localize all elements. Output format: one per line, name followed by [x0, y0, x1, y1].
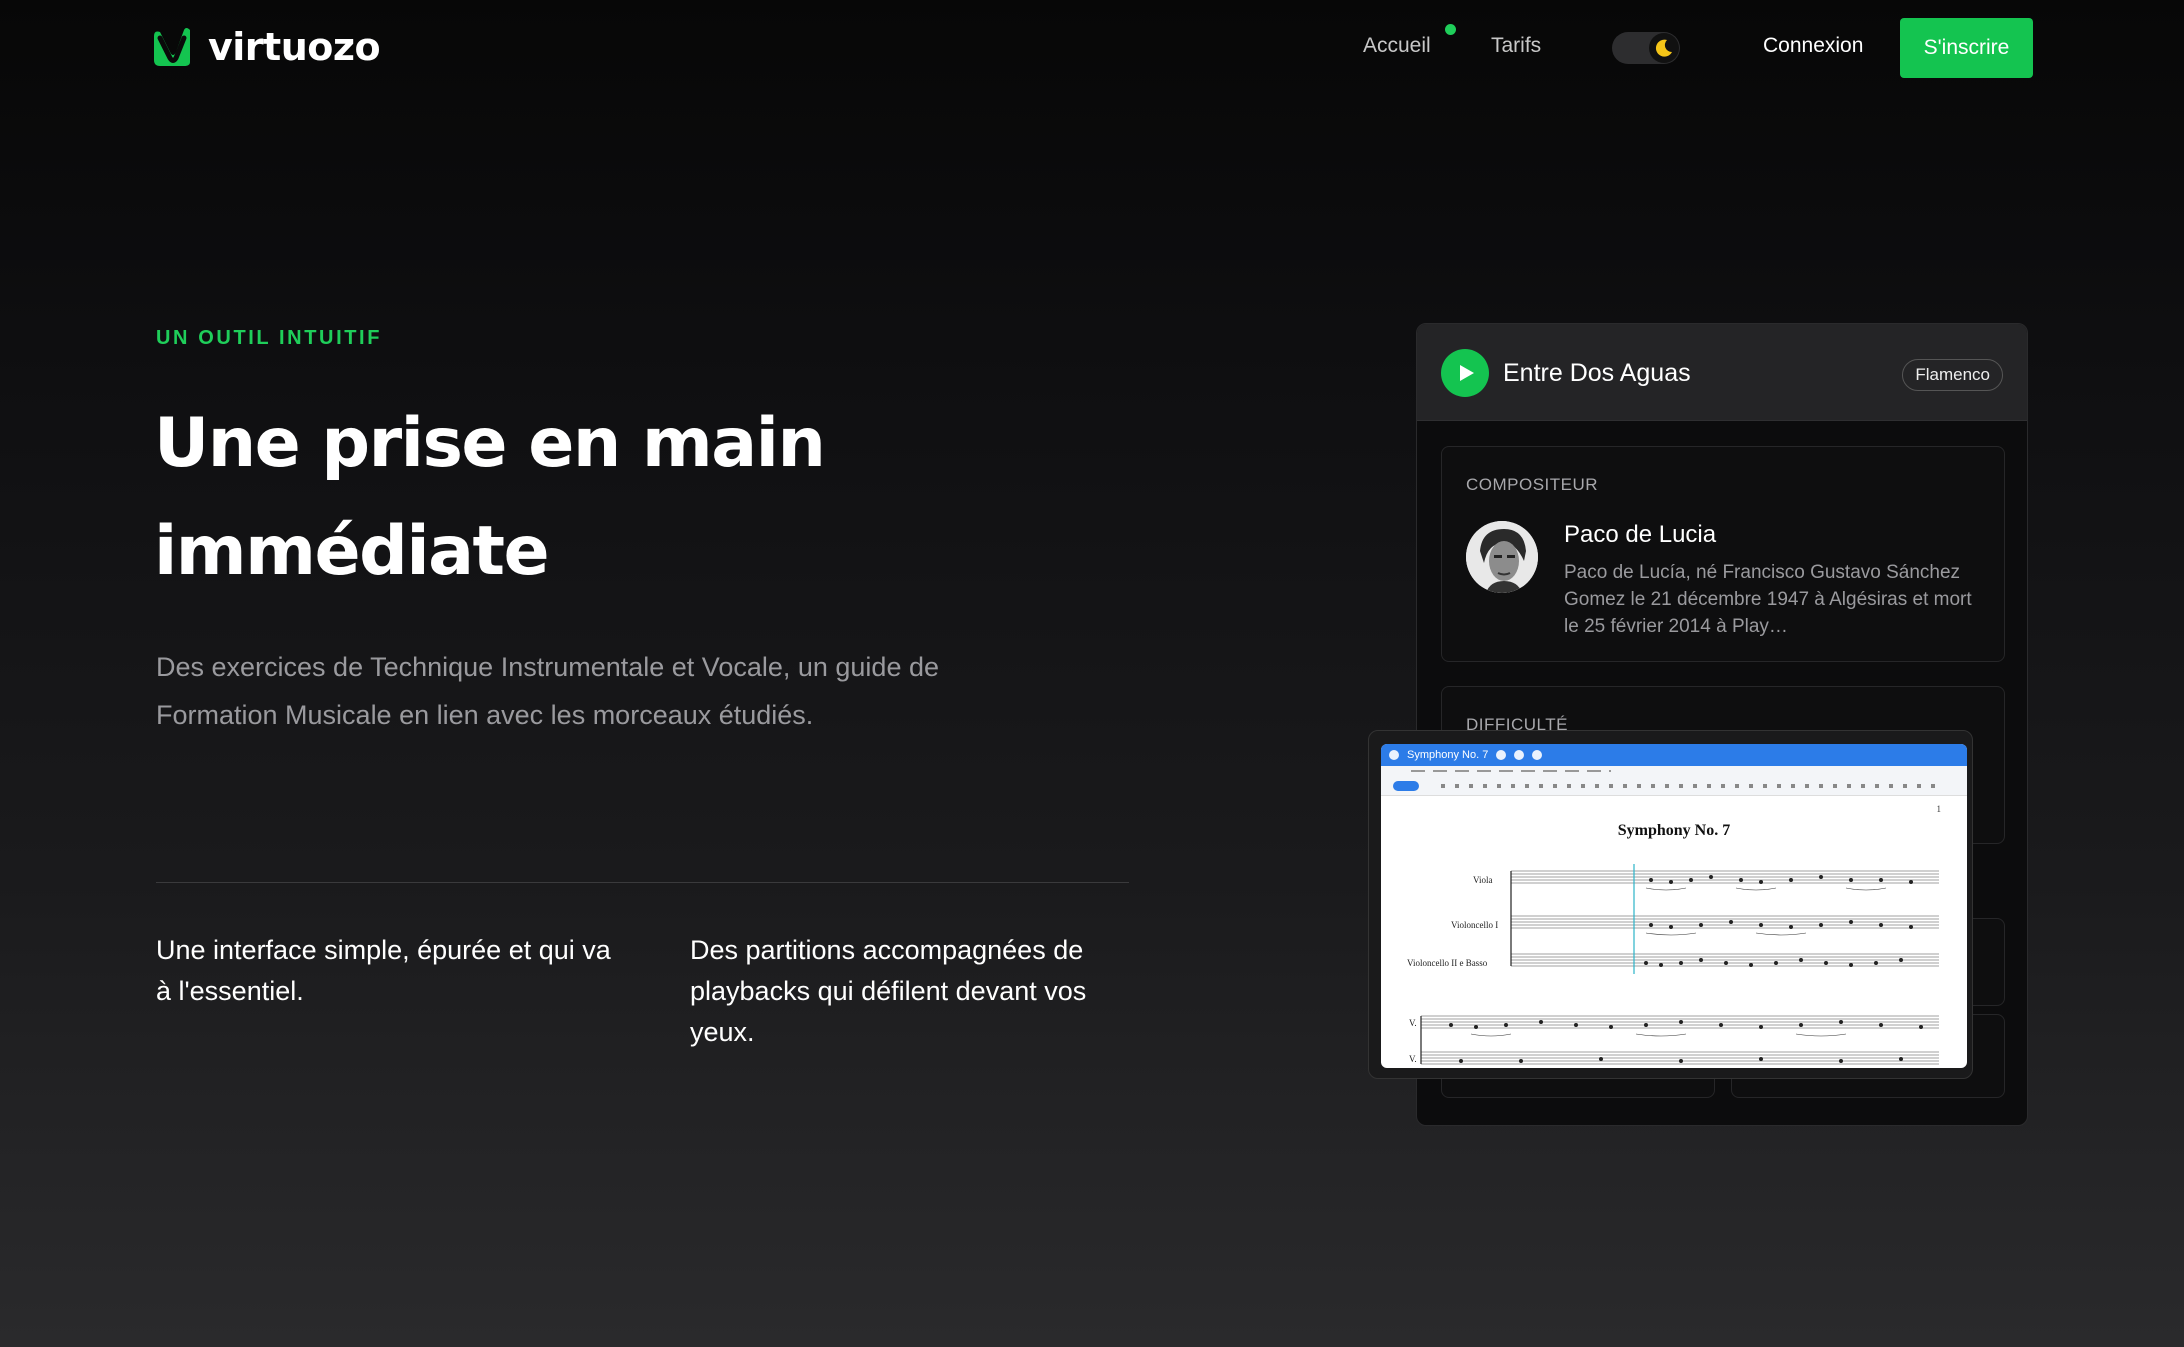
logo[interactable]: virtuozo — [148, 22, 381, 72]
pause-icon[interactable] — [1532, 750, 1543, 760]
play-icon — [1459, 365, 1474, 381]
notes — [1449, 875, 1923, 1063]
score-toolbar — [1381, 766, 1967, 796]
genre-badge: Flamenco — [1902, 359, 2003, 391]
logo-text: virtuozo — [208, 25, 381, 69]
active-indicator-dot — [1445, 24, 1456, 35]
login-link[interactable]: Connexion — [1763, 34, 1863, 58]
signup-button[interactable]: S'inscrire — [1900, 18, 2033, 78]
page-number: 1 — [1936, 804, 1942, 814]
composer-label: COMPOSITEUR — [1466, 475, 1599, 494]
headline-line-1: Une prise en main — [154, 404, 826, 483]
hero-headline: Une prise en main immédiate — [154, 390, 1054, 606]
nav-tarifs[interactable]: Tarifs — [1491, 34, 1541, 58]
moon-icon — [1655, 39, 1672, 57]
nav-accueil[interactable]: Accueil — [1363, 34, 1431, 58]
feature-simple-interface: Une interface simple, épurée et qui va à… — [156, 935, 611, 1006]
virtuozo-logo-icon — [154, 28, 190, 66]
score-app-title: Symphony No. 7 — [1407, 749, 1489, 761]
headline-line-2: immédiate — [154, 512, 550, 591]
record-icon[interactable] — [1496, 750, 1507, 760]
play-icon[interactable] — [1514, 750, 1525, 760]
score-title: Symphony No. 7 — [1617, 822, 1731, 839]
composer-panel: COMPOSITEUR Paco de Lucia Paco de Lucía,… — [1441, 446, 2005, 662]
toggle-knob — [1649, 33, 1679, 63]
composer-name[interactable]: Paco de Lucia — [1564, 521, 1716, 549]
staff-notation — [1420, 864, 1939, 1065]
piece-title: Entre Dos Aguas — [1503, 359, 1691, 387]
slurs — [1470, 887, 1887, 1037]
note-palette[interactable] — [1441, 784, 1941, 788]
score-sheet: Symphony No. 7 Symphony No. 7 1 Viola Vi… — [1381, 744, 1967, 1068]
score-app-titlebar: Symphony No. 7 — [1381, 744, 1967, 766]
piece-card-header: Entre Dos Aguas Flamenco — [1417, 324, 2027, 421]
input-mode-toggle[interactable] — [1393, 781, 1419, 791]
section-eyebrow: UN OUTIL INTUITIF — [156, 327, 383, 349]
app-logo-icon — [1389, 750, 1399, 760]
composer-bio: Paco de Lucía, né Francisco Gustavo Sánc… — [1564, 562, 1972, 637]
divider — [156, 882, 1129, 883]
hero-lead: Des exercices de Technique Instrumentale… — [156, 652, 939, 730]
top-nav: virtuozo Accueil Tarifs Connexion S'insc… — [0, 0, 2184, 96]
theme-toggle[interactable] — [1612, 32, 1680, 64]
feature-scrolling-scores: Des partitions accompagnées de playbacks… — [690, 935, 1087, 1047]
score-preview: Symphony No. 7 Symphony No. 7 1 Viola Vi… — [1368, 730, 1973, 1079]
composer-portrait-icon — [1466, 521, 1538, 593]
composer-avatar — [1466, 521, 1538, 593]
play-button[interactable] — [1441, 349, 1489, 397]
toolbar-menu[interactable] — [1411, 770, 1611, 772]
